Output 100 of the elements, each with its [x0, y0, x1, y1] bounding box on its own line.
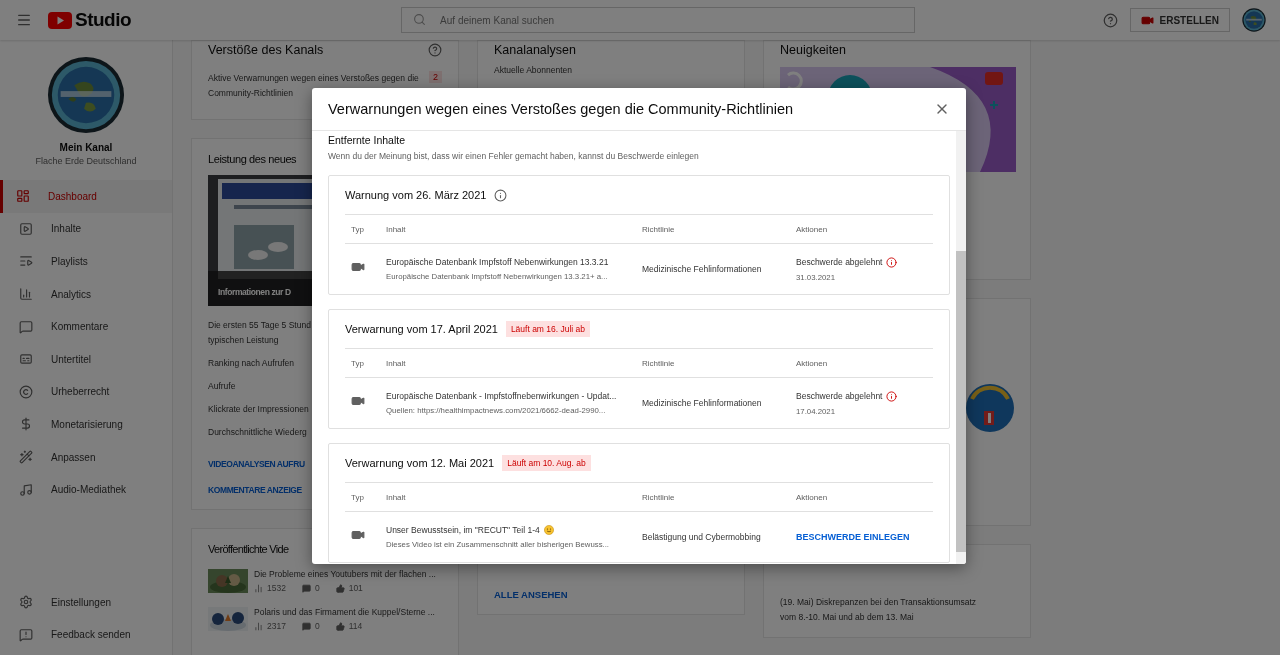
policy-text: Medizinische Fehlinformationen [642, 398, 763, 408]
views-icon [254, 583, 263, 593]
appeal-link[interactable]: BESCHWERDE EINLEGEN [796, 532, 933, 542]
column-header: Typ [350, 224, 365, 234]
metric-label: Durchschnittliche Wiederg [208, 427, 307, 437]
comment-icon [301, 583, 311, 593]
sidebar-item[interactable]: Playlists [0, 245, 172, 278]
column-header: Aktionen [796, 358, 829, 368]
expiry-badge: Läuft am 16. Juli ab [505, 321, 591, 337]
like-count: 114 [348, 621, 363, 631]
summary-text: typischen Leistung [208, 334, 279, 347]
settings-icon [19, 595, 33, 610]
card-title: Verstöße des Kanals [208, 43, 324, 57]
sidebar-item[interactable]: Audio-Mediathek [0, 473, 172, 506]
link[interactable]: KOMMENTARE ANZEIGE [208, 485, 302, 495]
section-text: Wenn du der Meinung bist, dass wir einen Fehler gemacht haben, kannst du Beschwerde einlegen [328, 151, 700, 161]
comment-count: 0 [314, 583, 320, 593]
thumbs-up-icon [335, 583, 345, 593]
link[interactable]: VIDEOANALYSEN AUFRU [208, 459, 305, 469]
video-title[interactable]: Die Probleme eines Youtubers mit der flachen ... [254, 569, 436, 580]
sidebar-item[interactable]: Kommentare [0, 310, 172, 343]
video-title[interactable]: Polaris und das Firmament die Kuppel/Sterne ... [254, 607, 435, 618]
metric-label: Aufrufe [208, 381, 236, 391]
video-title[interactable]: Europäische Datenbank - Impfstoffnebenwirkungen - Updat... [386, 391, 642, 401]
playlist-icon [19, 254, 33, 269]
column-header: Inhalt [386, 492, 407, 502]
play-square-icon [19, 221, 33, 236]
link[interactable]: ALLE ANSEHEN [494, 589, 568, 600]
bar-chart-icon [19, 287, 33, 302]
comment-icon [19, 319, 33, 334]
help-icon[interactable] [428, 43, 442, 57]
count-badge: 2 [429, 71, 442, 83]
column-header: Typ [350, 358, 365, 368]
views-icon [254, 621, 263, 631]
column-header: Aktionen [796, 224, 829, 234]
column-header: Inhalt [386, 224, 407, 234]
sidebar-item[interactable]: Analytics [0, 277, 172, 311]
sidebar-item[interactable]: Feedback senden [0, 618, 172, 651]
channel-name: Mein Kanal [59, 142, 113, 153]
card-title: Kanalanalysen [494, 43, 576, 57]
appeal-status: Beschwerde abgelehnt [796, 390, 933, 402]
policy-text: Medizinische Fehlinformationen [642, 264, 763, 274]
sidebar-item[interactable]: Untertitel [0, 342, 172, 376]
video-title[interactable]: Europäische Datenbank Impfstoff Nebenwirkungen 13.3.21 [386, 257, 642, 267]
column-header: Richtlinie [642, 224, 676, 234]
channel-subtitle: Flache Erde Deutschland [35, 156, 137, 166]
dollar-icon [19, 417, 33, 432]
sidebar-item[interactable]: Urheberrecht [0, 375, 172, 409]
metric-label: Klickrate der Impressionen [208, 404, 309, 414]
strike-title: Verwarnung vom 17. April 2021 [345, 323, 498, 335]
view-count: 2317 [267, 621, 286, 631]
dashboard-icon [16, 189, 30, 204]
video-title[interactable]: Unser Bewusstsein, im "RECUT" Teil 1-4 [386, 525, 642, 535]
column-header: Typ [350, 492, 365, 502]
strike-title: Verwarnung vom 12. Mai 2021 [345, 457, 495, 469]
card-title: Leistung des neues [208, 153, 297, 165]
column-header: Richtlinie [642, 358, 676, 368]
dialog-title: Verwarnungen wegen eines Verstoßes gegen die Community-Richtlinien [328, 101, 794, 117]
info-icon[interactable] [886, 256, 898, 268]
appeal-status: Beschwerde abgelehnt [796, 256, 933, 268]
sidebar-item[interactable]: Dashboard [0, 180, 172, 213]
scrollbar[interactable] [956, 131, 966, 564]
column-header: Aktionen [796, 492, 829, 502]
notice-text: (19. Mai) Diskrepanzen bei den Transaktionsumsatz [780, 596, 977, 609]
sidebar-item[interactable]: Einstellungen [0, 585, 172, 619]
section-title: Entfernte Inhalte [328, 134, 407, 146]
sidebar-item[interactable]: Anpassen [0, 440, 172, 474]
info-icon[interactable] [886, 390, 898, 402]
help-icon[interactable] [1102, 12, 1118, 28]
metric-label: Ranking nach Aufrufen [208, 358, 294, 368]
summary-text: Die ersten 55 Tage 5 Stund [208, 319, 311, 332]
comment-count: 0 [314, 621, 320, 631]
comment-icon [301, 621, 311, 631]
policy-text: Belästigung und Cybermobbing [642, 532, 762, 542]
menu-icon[interactable] [16, 12, 32, 28]
feedback-icon [19, 627, 33, 642]
search-field[interactable]: Auf deinem Kanal suchen [401, 7, 916, 33]
logo-text: Studio [75, 9, 132, 31]
thumbnail-caption: Informationen zur D [218, 287, 291, 297]
video-camera-icon [351, 528, 365, 542]
notice-text: vom 8.-10. Mai und ab dem 13. Mai [780, 611, 914, 624]
column-header: Inhalt [386, 358, 407, 368]
strike-title: Warnung vom 26. März 2021 [345, 189, 487, 201]
violations-text: Aktive Verwarnungen wegen eines Verstoßes gegen die Community-Richtlinien [208, 72, 420, 100]
column-header: Richtlinie [642, 492, 676, 502]
search-icon [413, 13, 427, 26]
expiry-badge: Läuft am 10. Aug. ab [502, 455, 591, 471]
subscribers-label: Aktuelle Abonnenten [494, 64, 572, 77]
card-title: Neuigkeiten [780, 43, 846, 57]
like-count: 101 [348, 583, 363, 593]
video-camera-icon [351, 260, 365, 274]
subtitles-icon [19, 352, 33, 367]
music-library-icon [19, 482, 33, 497]
magic-wand-icon [19, 450, 33, 465]
card-title: Veröffentlichte Vide [208, 543, 289, 555]
create-button[interactable]: ERSTELLEN [1129, 8, 1230, 32]
sidebar-item[interactable]: Monetarisierung [0, 408, 172, 441]
view-count: 1532 [267, 583, 286, 593]
play-logo-icon [48, 11, 72, 29]
info-icon[interactable] [494, 188, 508, 202]
